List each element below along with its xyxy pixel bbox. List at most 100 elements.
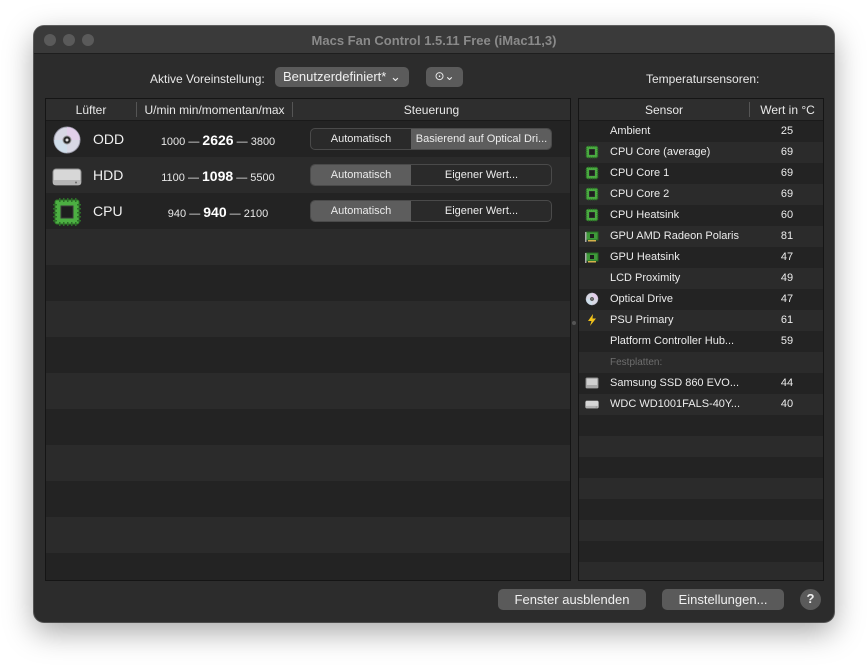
sensor-name: CPU Heatsink [610, 209, 680, 221]
empty-table-row [46, 229, 570, 265]
fan-rpm-current: 1098 [202, 168, 234, 184]
column-header-value[interactable]: Wert in °C [750, 103, 823, 117]
empty-table-row [46, 301, 570, 337]
fan-rpm-min: 1100 [161, 172, 185, 184]
window-title: Macs Fan Control 1.5.11 Free (iMac11,3) [311, 33, 557, 48]
sensor-name: Optical Drive [610, 293, 673, 305]
auto-control-button[interactable]: Automatisch [311, 201, 411, 221]
hide-window-button[interactable]: Fenster ausblenden [498, 589, 646, 610]
sensor-row[interactable]: Optical Drive 47 [579, 289, 823, 310]
empty-table-row [46, 517, 570, 553]
empty-table-row [579, 520, 823, 541]
cpu-chip-icon [585, 208, 599, 222]
help-button[interactable]: ? [800, 589, 821, 610]
sensor-name: Samsung SSD 860 EVO... [610, 377, 740, 389]
empty-table-row [579, 478, 823, 499]
sensor-group-row: Festplatten: [579, 352, 823, 373]
empty-table-row [46, 373, 570, 409]
preset-dropdown[interactable]: Benutzerdefiniert* ⌄ [275, 67, 409, 87]
custom-control-button[interactable]: Basierend auf Optical Dri... [411, 129, 551, 149]
sensor-value: 40 [780, 398, 794, 410]
split-view-divider[interactable] [572, 321, 576, 325]
gpu-card-icon [585, 250, 599, 264]
sensor-value: 47 [780, 293, 794, 305]
fan-rpm-max: 2100 [243, 208, 269, 220]
title-bar: Macs Fan Control 1.5.11 Free (iMac11,3) [34, 26, 834, 54]
fan-rpm-values: 1000 — 2626 — 3800 [138, 132, 298, 148]
ssd-icon [585, 376, 599, 390]
sensor-value: 81 [780, 230, 794, 242]
fan-row-cpu[interactable]: CPU 940 — 940 — 2100 Automatisch Eigener… [46, 193, 570, 229]
empty-table-row [46, 337, 570, 373]
sensor-name: PSU Primary [610, 314, 674, 326]
sensor-row[interactable]: Samsung SSD 860 EVO... 44 [579, 373, 823, 394]
optical-disc-icon [585, 292, 599, 306]
rpm-separator: — [236, 172, 248, 184]
sensor-row[interactable]: GPU AMD Radeon Polaris 81 [579, 226, 823, 247]
sensor-name: CPU Core 1 [610, 167, 670, 179]
empty-table-row [579, 457, 823, 478]
settings-button[interactable]: Einstellungen... [662, 589, 784, 610]
sensor-row[interactable]: Ambient 25 [579, 121, 823, 142]
custom-control-button[interactable]: Eigener Wert... [411, 201, 551, 221]
fan-rpm-current: 2626 [202, 132, 234, 148]
fan-rpm-min: 940 [167, 208, 187, 220]
column-header-fan[interactable]: Lüfter [46, 103, 136, 117]
fan-control-segmented: Automatisch Eigener Wert... [310, 164, 552, 186]
empty-table-row [579, 436, 823, 457]
rpm-separator: — [187, 172, 199, 184]
sensor-value: 61 [780, 314, 794, 326]
preset-label: Aktive Voreinstellung: [150, 72, 265, 86]
sensor-name: Ambient [610, 125, 651, 137]
sensor-row[interactable]: CPU Core 2 69 [579, 184, 823, 205]
sensor-value: 44 [780, 377, 794, 389]
sensor-row[interactable]: CPU Core 1 69 [579, 163, 823, 184]
sensor-row[interactable]: CPU Core (average) 69 [579, 142, 823, 163]
empty-table-row [46, 553, 570, 580]
fan-row-odd[interactable]: ODD 1000 — 2626 — 3800 Automatisch Basie… [46, 121, 570, 157]
empty-table-row [579, 562, 823, 580]
lightning-icon [585, 313, 599, 327]
fan-control-segmented: Automatisch Eigener Wert... [310, 200, 552, 222]
sensor-group-label: Festplatten: [610, 357, 663, 368]
fan-rpm-values: 940 — 940 — 2100 [138, 204, 298, 220]
auto-control-button[interactable]: Automatisch [311, 129, 411, 149]
fan-row-hdd[interactable]: HDD 1100 — 1098 — 5500 Automatisch Eigen… [46, 157, 570, 193]
sensors-table: Sensor Wert in °C Ambient 25 CPU Core (a… [578, 98, 824, 581]
column-header-control[interactable]: Steuerung [293, 103, 570, 117]
fans-table: Lüfter U/min min/momentan/max Steuerung … [45, 98, 571, 581]
preset-more-menu-button[interactable]: ⊙⌄ [426, 67, 463, 87]
sensor-name: GPU AMD Radeon Polaris [610, 230, 739, 242]
auto-control-button[interactable]: Automatisch [311, 165, 411, 185]
rpm-separator: — [229, 208, 241, 220]
cpu-chip-icon [585, 166, 599, 180]
cpu-chip-icon [585, 145, 599, 159]
sensor-name: WDC WD1001FALS-40Y... [610, 398, 741, 410]
sensor-value: 25 [780, 125, 794, 137]
empty-table-row [46, 409, 570, 445]
gpu-card-icon [585, 229, 599, 243]
sensor-row[interactable]: CPU Heatsink 60 [579, 205, 823, 226]
sensor-name: Platform Controller Hub... [610, 335, 735, 347]
fans-table-header: Lüfter U/min min/momentan/max Steuerung [46, 99, 570, 121]
custom-control-button[interactable]: Eigener Wert... [411, 165, 551, 185]
fan-rpm-current: 940 [203, 204, 227, 220]
sensor-value: 69 [780, 146, 794, 158]
sensor-row[interactable]: PSU Primary 61 [579, 310, 823, 331]
sensor-row[interactable]: LCD Proximity 49 [579, 268, 823, 289]
empty-table-row [46, 265, 570, 301]
sensor-name: CPU Core (average) [610, 146, 711, 158]
sensor-row[interactable]: Platform Controller Hub... 59 [579, 331, 823, 352]
sensor-value: 69 [780, 188, 794, 200]
empty-table-row [579, 415, 823, 436]
fan-name: ODD [93, 131, 125, 147]
sensor-row[interactable]: GPU Heatsink 47 [579, 247, 823, 268]
hard-drive-icon [52, 161, 82, 189]
column-header-rpm[interactable]: U/min min/momentan/max [137, 103, 292, 117]
fans-table-body: ODD 1000 — 2626 — 3800 Automatisch Basie… [46, 121, 570, 580]
fan-rpm-values: 1100 — 1098 — 5500 [138, 168, 298, 184]
sensor-row[interactable]: WDC WD1001FALS-40Y... 40 [579, 394, 823, 415]
empty-table-row [579, 541, 823, 562]
column-header-sensor[interactable]: Sensor [579, 103, 749, 117]
cpu-chip-icon [52, 197, 82, 226]
